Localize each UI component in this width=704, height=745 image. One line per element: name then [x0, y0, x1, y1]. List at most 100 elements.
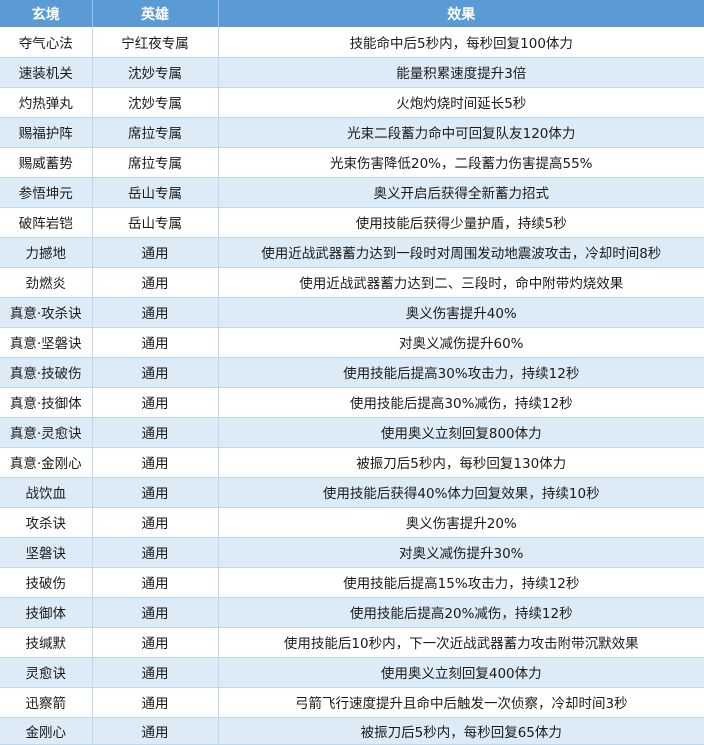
effect-cell: 使用近战武器蓄力达到一段时对周围发动地震波攻击，冷却时间8秒 [218, 237, 704, 268]
hero-cell: 岳山专属 [92, 177, 219, 208]
effect-cell: 对奥义减伤提升30% [218, 537, 704, 568]
hero-cell: 通用 [92, 687, 219, 718]
effect-cell: 光束二段蓄力命中可回复队友120体力 [218, 117, 704, 148]
table-row: 速装机关 沈妙专属 能量积累速度提升3倍 [0, 57, 704, 88]
realm-cell: 战饮血 [0, 477, 93, 508]
effect-cell: 使用技能后提高30%攻击力，持续12秒 [218, 357, 704, 388]
table-row: 赐威蓄势 席拉专属 光束伤害降低20%，二段蓄力伤害提高55% [0, 147, 704, 178]
realm-cell: 真意·灵愈诀 [0, 417, 93, 448]
hero-cell: 通用 [92, 507, 219, 538]
table-row: 金刚心 通用 被振刀后5秒内，每秒回复65体力 [0, 717, 704, 745]
realm-cell: 迅察箭 [0, 687, 93, 718]
table-row: 真意·技破伤 通用 使用技能后提高30%攻击力，持续12秒 [0, 357, 704, 388]
table-row: 真意·金刚心 通用 被振刀后5秒内，每秒回复130体力 [0, 447, 704, 478]
table-body: 夺气心法 宁红夜专属 技能命中后5秒内，每秒回复100体力 速装机关 沈妙专属 能量积累速… [0, 27, 704, 745]
realm-cell: 金刚心 [0, 717, 93, 745]
realm-cell: 参悟坤元 [0, 177, 93, 208]
effect-cell: 使用技能后提高20%减伤，持续12秒 [218, 597, 704, 628]
table-row: 劲燃炎 通用 使用近战武器蓄力达到二、三段时，命中附带灼烧效果 [0, 267, 704, 298]
effect-cell: 使用技能后提高15%攻击力，持续12秒 [218, 567, 704, 598]
effect-cell: 使用奥义立刻回复800体力 [218, 417, 704, 448]
hero-cell: 通用 [92, 627, 219, 658]
header-hero: 英雄 [92, 0, 219, 27]
hero-cell: 通用 [92, 327, 219, 358]
realm-cell: 技御体 [0, 597, 93, 628]
effect-cell: 被振刀后5秒内，每秒回复130体力 [218, 447, 704, 478]
hero-cell: 通用 [92, 297, 219, 328]
realm-cell: 真意·金刚心 [0, 447, 93, 478]
effect-cell: 使用技能后获得40%体力回复效果，持续10秒 [218, 477, 704, 508]
hero-cell: 席拉专属 [92, 147, 219, 178]
hero-cell: 通用 [92, 357, 219, 388]
hero-cell: 通用 [92, 267, 219, 298]
effect-cell: 光束伤害降低20%，二段蓄力伤害提高55% [218, 147, 704, 178]
table-row: 灵愈诀 通用 使用奥义立刻回复400体力 [0, 657, 704, 688]
hero-cell: 通用 [92, 477, 219, 508]
realm-cell: 真意·攻杀诀 [0, 297, 93, 328]
table-row: 灼热弹丸 沈妙专属 火炮灼烧时间延长5秒 [0, 87, 704, 118]
hero-cell: 通用 [92, 717, 219, 745]
realm-cell: 灼热弹丸 [0, 87, 93, 118]
realm-cell: 真意·技御体 [0, 387, 93, 418]
effect-cell: 被振刀后5秒内，每秒回复65体力 [218, 717, 704, 745]
table-row: 夺气心法 宁红夜专属 技能命中后5秒内，每秒回复100体力 [0, 27, 704, 58]
effect-cell: 使用近战武器蓄力达到二、三段时，命中附带灼烧效果 [218, 267, 704, 298]
realm-table: 玄境 英雄 效果 夺气心法 宁红夜专属 技能命中后5秒内，每秒回复100体力 速装机关… [0, 0, 704, 745]
realm-cell: 力撼地 [0, 237, 93, 268]
effect-cell: 使用奥义立刻回复400体力 [218, 657, 704, 688]
hero-cell: 沈妙专属 [92, 87, 219, 118]
realm-cell: 赐威蓄势 [0, 147, 93, 178]
table-header-row: 玄境 英雄 效果 [0, 0, 704, 27]
hero-cell: 通用 [92, 387, 219, 418]
hero-cell: 通用 [92, 657, 219, 688]
realm-cell: 真意·坚磐诀 [0, 327, 93, 358]
realm-cell: 技破伤 [0, 567, 93, 598]
realm-cell: 劲燃炎 [0, 267, 93, 298]
effect-cell: 能量积累速度提升3倍 [218, 57, 704, 88]
effect-cell: 奥义伤害提升40% [218, 297, 704, 328]
table-row: 参悟坤元 岳山专属 奥义开启后获得全新蓄力招式 [0, 177, 704, 208]
realm-cell: 夺气心法 [0, 27, 93, 58]
hero-cell: 通用 [92, 417, 219, 448]
header-effect: 效果 [218, 0, 704, 27]
effect-cell: 对奥义减伤提升60% [218, 327, 704, 358]
hero-cell: 席拉专属 [92, 117, 219, 148]
realm-cell: 速装机关 [0, 57, 93, 88]
hero-cell: 通用 [92, 597, 219, 628]
table-row: 真意·坚磐诀 通用 对奥义减伤提升60% [0, 327, 704, 358]
realm-cell: 赐福护阵 [0, 117, 93, 148]
realm-cell: 攻杀诀 [0, 507, 93, 538]
table-row: 技破伤 通用 使用技能后提高15%攻击力，持续12秒 [0, 567, 704, 598]
hero-cell: 宁红夜专属 [92, 27, 219, 58]
table-row: 力撼地 通用 使用近战武器蓄力达到一段时对周围发动地震波攻击，冷却时间8秒 [0, 237, 704, 268]
effect-cell: 弓箭飞行速度提升且命中后触发一次侦察，冷却时间3秒 [218, 687, 704, 718]
header-realm: 玄境 [0, 0, 93, 27]
realm-cell: 技缄默 [0, 627, 93, 658]
table-row: 真意·灵愈诀 通用 使用奥义立刻回复800体力 [0, 417, 704, 448]
effect-cell: 奥义伤害提升20% [218, 507, 704, 538]
table-row: 战饮血 通用 使用技能后获得40%体力回复效果，持续10秒 [0, 477, 704, 508]
hero-cell: 通用 [92, 537, 219, 568]
realm-cell: 真意·技破伤 [0, 357, 93, 388]
table-row: 攻杀诀 通用 奥义伤害提升20% [0, 507, 704, 538]
effect-cell: 奥义开启后获得全新蓄力招式 [218, 177, 704, 208]
hero-cell: 通用 [92, 237, 219, 268]
table-row: 破阵岩铠 岳山专属 使用技能后获得少量护盾，持续5秒 [0, 207, 704, 238]
realm-cell: 破阵岩铠 [0, 207, 93, 238]
effect-cell: 使用技能后10秒内，下一次近战武器蓄力攻击附带沉默效果 [218, 627, 704, 658]
table-row: 迅察箭 通用 弓箭飞行速度提升且命中后触发一次侦察，冷却时间3秒 [0, 687, 704, 718]
effect-cell: 使用技能后提高30%减伤，持续12秒 [218, 387, 704, 418]
table-row: 技御体 通用 使用技能后提高20%减伤，持续12秒 [0, 597, 704, 628]
effect-cell: 使用技能后获得少量护盾，持续5秒 [218, 207, 704, 238]
table-row: 坚磐诀 通用 对奥义减伤提升30% [0, 537, 704, 568]
table-row: 技缄默 通用 使用技能后10秒内，下一次近战武器蓄力攻击附带沉默效果 [0, 627, 704, 658]
table-row: 赐福护阵 席拉专属 光束二段蓄力命中可回复队友120体力 [0, 117, 704, 148]
effect-cell: 技能命中后5秒内，每秒回复100体力 [218, 27, 704, 58]
table-row: 真意·攻杀诀 通用 奥义伤害提升40% [0, 297, 704, 328]
effect-cell: 火炮灼烧时间延长5秒 [218, 87, 704, 118]
table-row: 真意·技御体 通用 使用技能后提高30%减伤，持续12秒 [0, 387, 704, 418]
hero-cell: 通用 [92, 567, 219, 598]
hero-cell: 沈妙专属 [92, 57, 219, 88]
realm-cell: 坚磐诀 [0, 537, 93, 568]
hero-cell: 通用 [92, 447, 219, 478]
